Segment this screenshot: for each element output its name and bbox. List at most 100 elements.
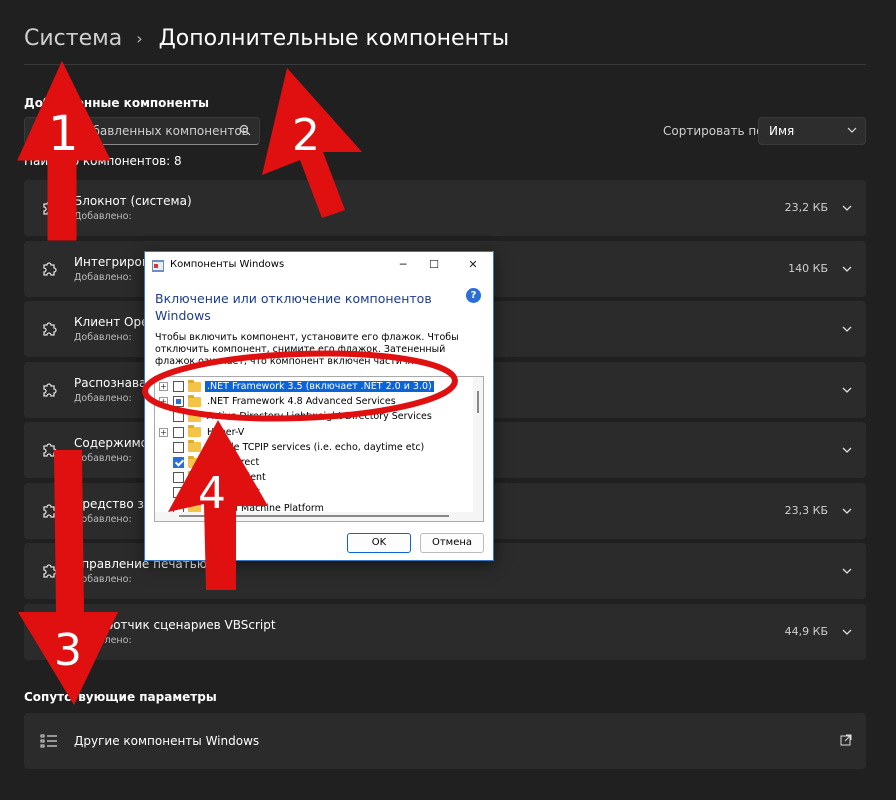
horizontal-scrollbar[interactable] <box>155 512 483 521</box>
sort-select[interactable]: Имя <box>758 117 866 145</box>
breadcrumb: Система › Дополнительные компоненты <box>24 26 509 51</box>
related-section-title: Сопутствующие параметры <box>24 690 217 704</box>
found-count: Найдено компонентов: 8 <box>24 154 182 168</box>
features-tree[interactable]: + .NET Framework 3.5 (включает .NET 2.0 и… <box>154 376 484 522</box>
feature-checkbox[interactable] <box>173 457 184 468</box>
component-added-date: Добавлено: <box>74 271 132 283</box>
feature-checkbox[interactable] <box>173 396 184 408</box>
component-card[interactable]: Обработчик сценариев VBScript Добавлено: 4… <box>24 603 866 660</box>
annotation-number-2: 2 <box>292 110 320 161</box>
feature-checkbox[interactable] <box>173 426 184 438</box>
search-placeholder: Поиск добавленных компонентов <box>35 124 249 138</box>
component-added-date: Добавлено: <box>74 392 132 404</box>
vertical-scrollbar[interactable] <box>473 377 483 521</box>
cancel-button[interactable]: Отмена <box>420 533 484 553</box>
header-divider <box>24 64 866 65</box>
chevron-down-icon[interactable] <box>842 566 852 576</box>
feature-row[interactable]: + Hyper-V <box>155 425 246 440</box>
expand-icon[interactable]: + <box>159 427 168 437</box>
maximize-button[interactable]: ☐ <box>424 256 444 274</box>
puzzle-icon <box>43 503 57 518</box>
component-added-date: Добавлено: <box>74 634 132 646</box>
component-title: Обработчик сценариев VBScript <box>74 617 276 632</box>
dialog-title: Компоненты Windows <box>170 259 285 270</box>
feature-label: .NET Framework 3.5 (включает .NET 2.0 и … <box>205 381 434 392</box>
minimize-button[interactable]: ─ <box>393 256 413 274</box>
sort-label: Сортировать по: <box>663 124 768 138</box>
close-button[interactable]: ✕ <box>463 256 483 274</box>
chevron-down-icon[interactable] <box>842 203 852 213</box>
feature-row[interactable]: TFTP Client <box>155 485 262 500</box>
component-size: 140 КБ <box>788 261 828 275</box>
component-size: 23,3 КБ <box>784 503 828 517</box>
component-added-date: Добавлено: <box>74 453 132 464</box>
feature-checkbox[interactable] <box>173 472 184 484</box>
window-app-icon <box>152 260 164 272</box>
feature-row[interactable]: Telnet Client <box>155 470 268 485</box>
feature-label: SMB Direct <box>207 457 260 468</box>
puzzle-icon <box>43 322 57 336</box>
expand-icon[interactable]: + <box>159 382 168 391</box>
installed-section-title: Добавленные компоненты <box>24 96 209 110</box>
folder-icon <box>188 440 201 453</box>
feature-row[interactable]: Simple TCPIP services (i.e. echo, daytim… <box>155 440 426 455</box>
feature-label: TFTP Client <box>207 487 261 499</box>
list-icon <box>40 734 57 748</box>
chevron-down-icon[interactable] <box>842 264 852 274</box>
dialog-titlebar[interactable]: Компоненты Windows ─ ☐ ✕ <box>145 252 493 280</box>
chevron-down-icon[interactable] <box>842 506 852 516</box>
breadcrumb-parent[interactable]: Система <box>24 26 122 51</box>
windows-features-dialog: Компоненты Windows ─ ☐ ✕ Включение или о… <box>144 251 494 561</box>
folder-icon <box>188 485 201 498</box>
puzzle-icon <box>43 382 57 397</box>
feature-row[interactable]: + .NET Framework 3.5 (включает .NET 2.0 и… <box>155 379 434 394</box>
puzzle-icon <box>43 201 57 215</box>
dialog-description: Чтобы включить компонент, установите его… <box>155 332 459 367</box>
feature-row[interactable]: Active Directory Lightweight Directory S… <box>155 409 434 424</box>
feature-checkbox[interactable] <box>173 381 184 392</box>
feature-label: Active Directory Lightweight Directory S… <box>207 411 432 423</box>
component-added-date: Добавлено: <box>74 332 132 343</box>
feature-checkbox[interactable] <box>173 411 184 423</box>
feature-row[interactable]: SMB Direct <box>155 455 261 470</box>
page-title: Дополнительные компоненты <box>158 26 510 51</box>
feature-label: Telnet Client <box>207 472 266 484</box>
external-link-icon <box>840 734 852 746</box>
chevron-down-icon[interactable] <box>842 324 852 334</box>
feature-checkbox[interactable] <box>173 487 184 499</box>
puzzle-icon <box>43 624 57 639</box>
component-added-date: Добавлено: <box>74 574 132 585</box>
feature-label: Hyper-V <box>207 426 245 438</box>
puzzle-icon <box>43 443 57 457</box>
other-components-label: Другие компоненты Windows <box>74 734 260 748</box>
component-added-date: Добавлено: <box>74 211 132 222</box>
ok-button[interactable]: OK <box>347 533 411 553</box>
component-card[interactable]: Блокнот (система) Добавлено: 23,2 КБ <box>24 180 866 236</box>
dialog-heading: Включение или отключение компонентов Win… <box>155 291 432 323</box>
folder-icon <box>188 394 201 407</box>
folder-icon <box>188 379 201 392</box>
component-size: 44,9 КБ <box>784 624 828 638</box>
expand-icon[interactable]: + <box>159 397 168 407</box>
component-size: 23,2 КБ <box>784 201 828 214</box>
search-icon[interactable] <box>239 124 251 136</box>
other-components-link[interactable]: Другие компоненты Windows <box>24 713 866 769</box>
chevron-down-icon[interactable] <box>842 445 852 455</box>
search-input[interactable]: Поиск добавленных компонентов <box>24 117 260 145</box>
feature-row[interactable]: + .NET Framework 4.8 Advanced Services <box>155 394 398 409</box>
help-icon[interactable]: ? <box>466 288 481 303</box>
sort-value: Имя <box>769 124 795 138</box>
component-added-date: Добавлено: <box>74 513 132 525</box>
puzzle-icon <box>43 261 57 276</box>
feature-label: Simple TCPIP services (i.e. echo, daytim… <box>207 441 425 453</box>
chevron-down-icon[interactable] <box>842 385 852 395</box>
folder-icon <box>188 409 201 422</box>
component-title: Блокнот (система) <box>74 194 192 208</box>
puzzle-icon <box>43 564 57 578</box>
feature-checkbox[interactable] <box>173 441 184 453</box>
folder-icon <box>188 425 201 438</box>
feature-label: .NET Framework 4.8 Advanced Services <box>207 396 396 408</box>
chevron-down-icon[interactable] <box>842 627 852 637</box>
chevron-down-icon <box>847 127 857 133</box>
breadcrumb-separator-icon: › <box>136 29 143 48</box>
